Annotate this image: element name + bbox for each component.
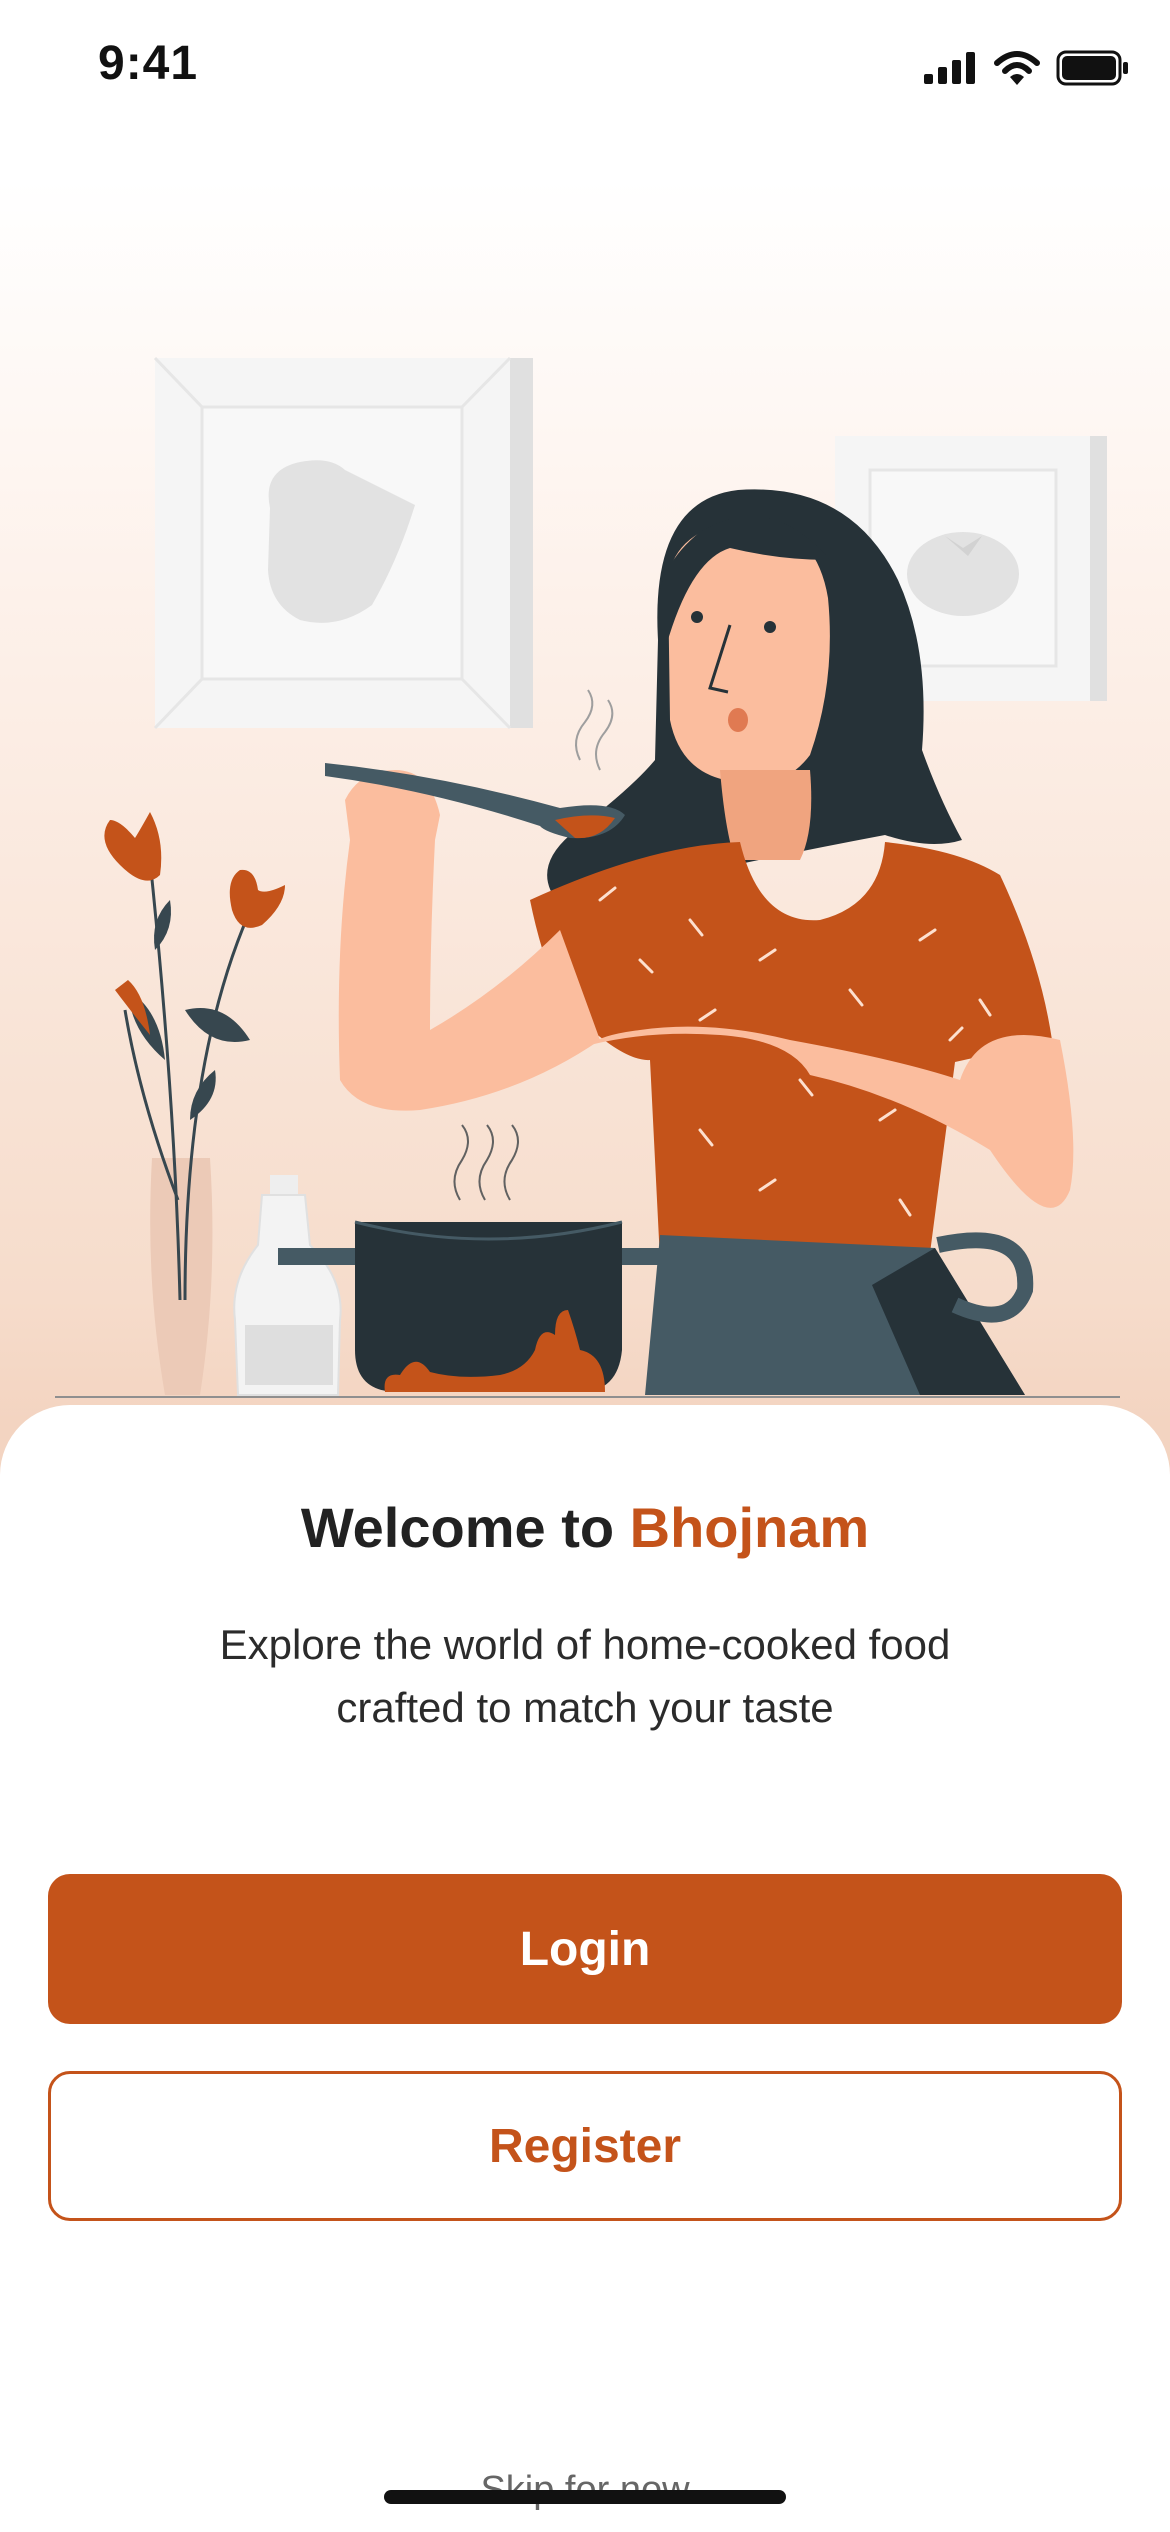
welcome-title: Welcome to Bhojnam bbox=[0, 1495, 1170, 1560]
status-icons bbox=[924, 46, 1130, 90]
status-time: 9:41 bbox=[98, 37, 199, 90]
login-button[interactable]: Login bbox=[48, 1874, 1122, 2024]
subtitle-line-1: Explore the world of home-cooked food bbox=[219, 1621, 951, 1668]
framed-mitt-picture bbox=[153, 356, 533, 730]
welcome-screen: 9:41 Welcome to Bhojnam Explore the worl… bbox=[0, 0, 1170, 2532]
subtitle-line-2: crafted to match your taste bbox=[336, 1684, 834, 1731]
cooking-pot bbox=[278, 1124, 698, 1392]
cooking-illustration bbox=[55, 356, 1120, 1398]
register-button[interactable]: Register bbox=[48, 2071, 1122, 2221]
brand-name: Bhojnam bbox=[629, 1496, 870, 1559]
home-indicator bbox=[384, 2490, 786, 2504]
wifi-icon bbox=[994, 51, 1040, 85]
vase bbox=[150, 1158, 213, 1395]
oil-bottle bbox=[233, 1175, 342, 1396]
signal-icon bbox=[924, 52, 975, 84]
welcome-prefix: Welcome to bbox=[300, 1496, 630, 1559]
battery-icon bbox=[1056, 50, 1128, 86]
welcome-card: Welcome to Bhojnam Explore the world of … bbox=[0, 1405, 1170, 2532]
status-bar: 9:41 bbox=[0, 0, 1170, 140]
welcome-subtitle: Explore the world of home-cooked food cr… bbox=[130, 1613, 1040, 1739]
